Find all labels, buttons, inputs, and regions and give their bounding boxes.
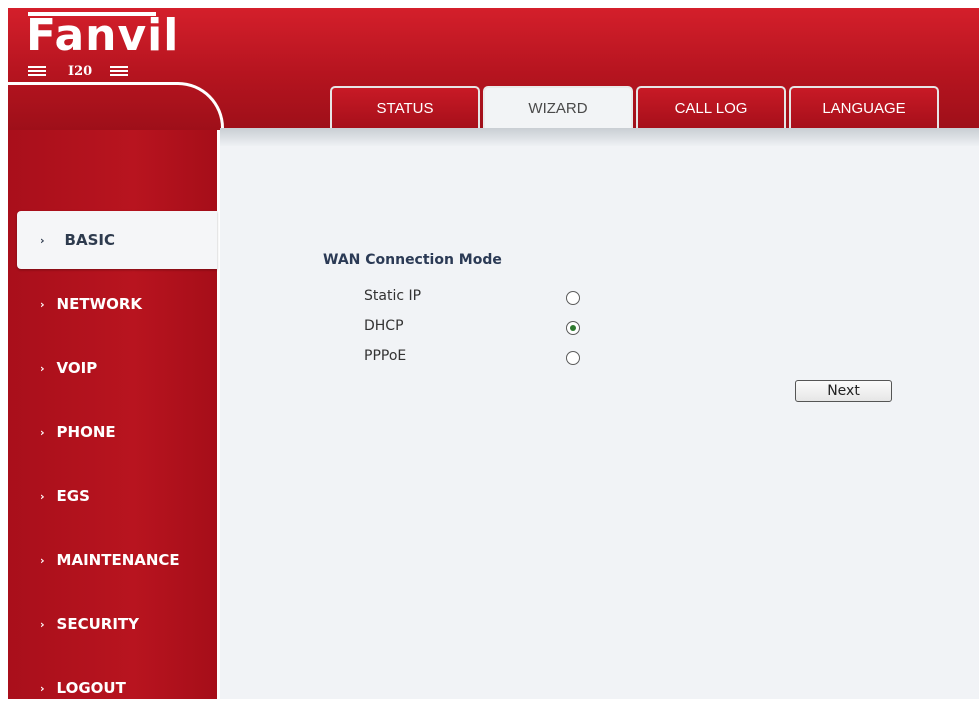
chevron-right-icon: › bbox=[40, 681, 45, 695]
sidebar-item-label: MAINTENANCE bbox=[56, 551, 180, 569]
model-badge: I20 bbox=[28, 62, 129, 80]
sidebar-item-label: SECURITY bbox=[56, 615, 140, 633]
chevron-right-icon: › bbox=[40, 553, 45, 567]
sidebar-item-phone[interactable]: › PHONE bbox=[8, 403, 217, 461]
radio-pppoe[interactable] bbox=[566, 351, 580, 365]
tab-wizard[interactable]: WIZARD bbox=[483, 86, 633, 128]
option-static-ip-label: Static IP bbox=[364, 288, 422, 304]
main-content bbox=[220, 146, 979, 699]
next-button[interactable]: Next bbox=[795, 380, 892, 402]
sidebar-item-egs[interactable]: › EGS bbox=[8, 467, 217, 525]
option-dhcp-label: DHCP bbox=[364, 318, 404, 334]
chevron-right-icon: › bbox=[40, 489, 45, 503]
tab-status[interactable]: STATUS bbox=[330, 86, 480, 128]
sidebar-item-label: EGS bbox=[56, 487, 90, 505]
brand-logo: Fanvil bbox=[26, 10, 180, 61]
option-pppoe-label: PPPoE bbox=[364, 348, 407, 364]
sidebar-item-security[interactable]: › SECURITY bbox=[8, 595, 217, 653]
sidebar-item-basic[interactable]: › BASIC bbox=[17, 211, 217, 269]
sidebar-item-maintenance[interactable]: › MAINTENANCE bbox=[8, 531, 217, 589]
top-tabs: STATUS WIZARD CALL LOG LANGUAGE bbox=[330, 86, 939, 128]
tab-language[interactable]: LANGUAGE bbox=[789, 86, 939, 128]
radio-dhcp[interactable] bbox=[566, 321, 580, 335]
sidebar-item-label: LOGOUT bbox=[56, 679, 126, 697]
chevron-right-icon: › bbox=[40, 425, 45, 439]
wan-mode-title: WAN Connection Mode bbox=[323, 252, 502, 268]
sidebar-item-label: NETWORK bbox=[56, 295, 143, 313]
chevron-right-icon: › bbox=[40, 361, 45, 375]
chevron-right-icon: › bbox=[40, 297, 45, 311]
chevron-right-icon: › bbox=[40, 233, 45, 247]
tab-call-log[interactable]: CALL LOG bbox=[636, 86, 786, 128]
chevron-right-icon: › bbox=[40, 617, 45, 631]
sidebar-item-label: BASIC bbox=[64, 231, 115, 249]
sidebar-item-voip[interactable]: › VOIP bbox=[8, 339, 217, 397]
model-name: I20 bbox=[68, 63, 93, 79]
sidebar-item-label: VOIP bbox=[56, 359, 98, 377]
radio-static-ip[interactable] bbox=[566, 291, 580, 305]
model-lines-left-icon bbox=[28, 66, 46, 76]
model-lines-right-icon bbox=[110, 66, 129, 76]
tab-strip bbox=[220, 128, 979, 146]
sidebar-item-label: PHONE bbox=[56, 423, 116, 441]
radio-selected-dot bbox=[570, 325, 576, 331]
sidebar-item-logout[interactable]: › LOGOUT bbox=[8, 659, 217, 717]
sidebar-item-network[interactable]: › NETWORK bbox=[8, 275, 217, 333]
